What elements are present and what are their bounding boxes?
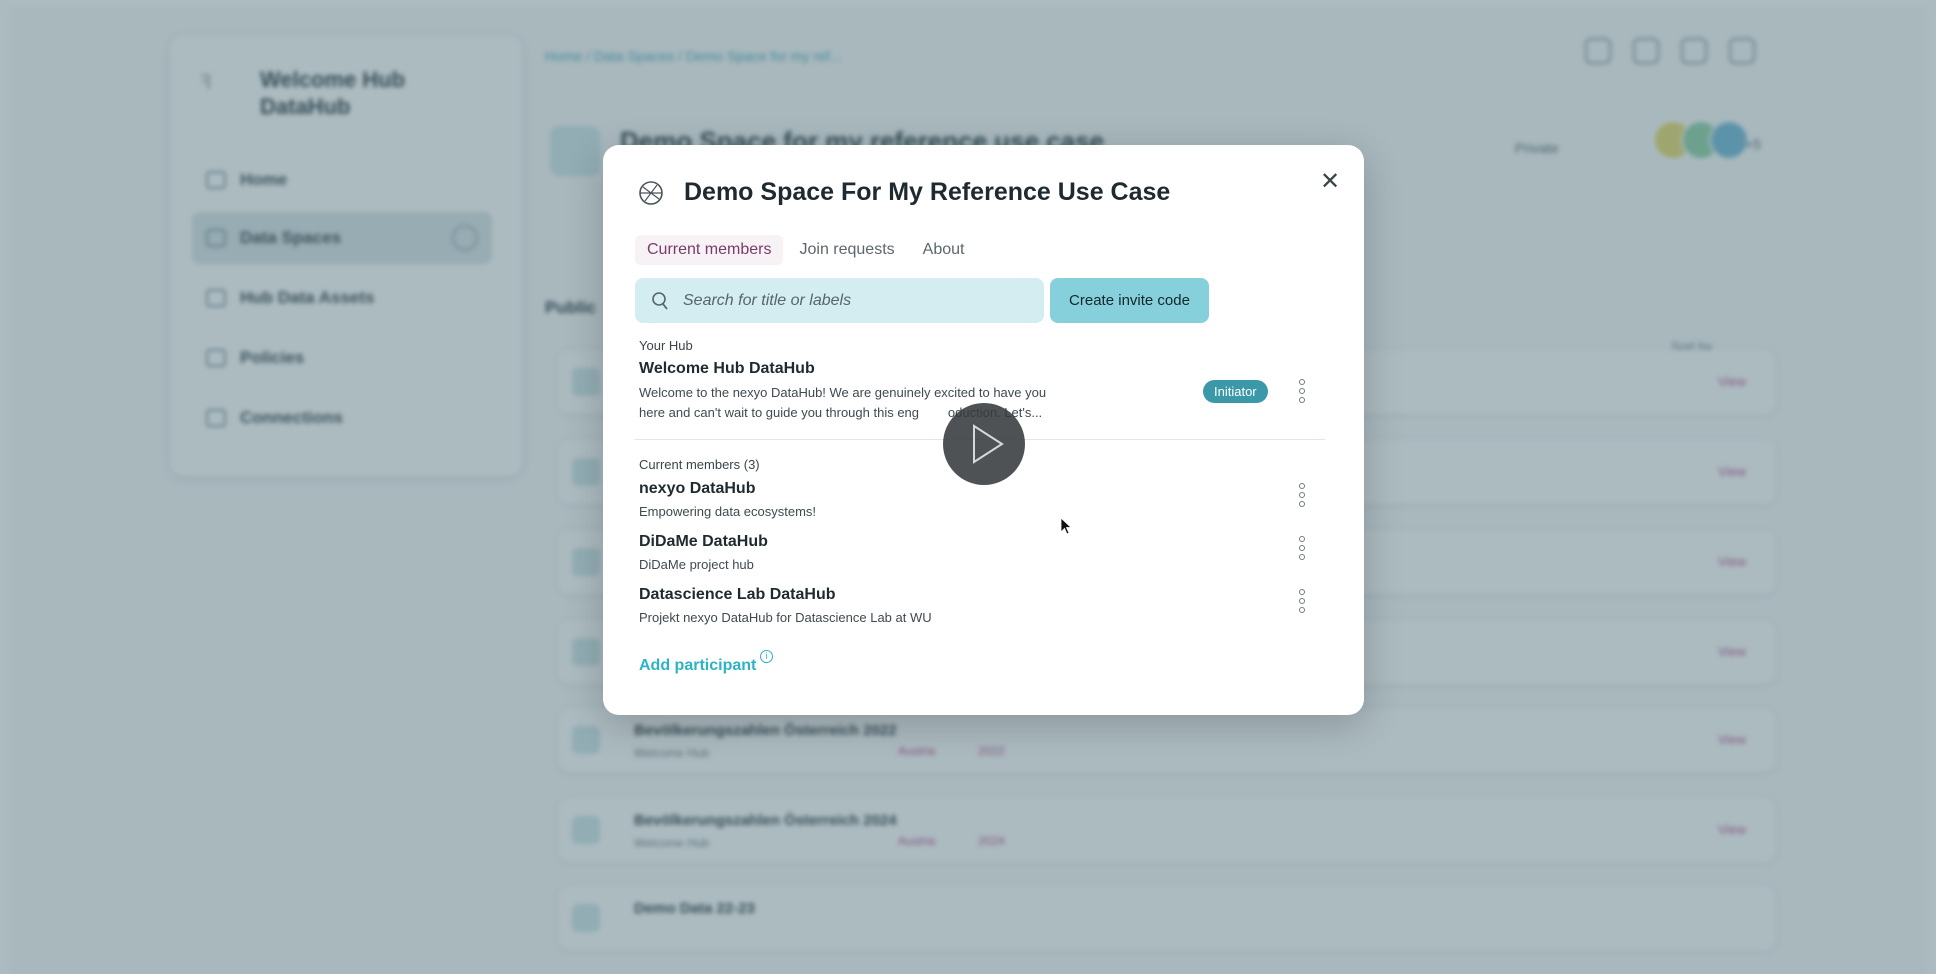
dot — [1299, 589, 1305, 595]
member-more-options[interactable] — [1299, 536, 1309, 560]
member-name: DiDaMe DataHub — [639, 533, 768, 550]
search-bar — [635, 278, 1044, 323]
modal-tabs: Current members Join requests About — [635, 235, 980, 265]
dot — [1299, 397, 1305, 403]
current-members-label: Current members (3) — [639, 457, 760, 472]
close-icon: ✕ — [1319, 168, 1341, 195]
member-more-options[interactable] — [1299, 483, 1309, 507]
tab-join-requests[interactable]: Join requests — [787, 235, 906, 265]
info-icon[interactable]: i — [760, 650, 773, 663]
dot — [1299, 545, 1305, 551]
member-description: Empowering data ecosystems! — [639, 504, 817, 519]
add-participant-link[interactable]: Add participant — [639, 657, 756, 675]
member-name: Datascience Lab DataHub — [639, 586, 836, 603]
mouse-cursor-icon — [1060, 517, 1073, 535]
close-button[interactable]: ✕ — [1315, 167, 1345, 197]
tab-about[interactable]: About — [911, 235, 977, 265]
dot — [1299, 598, 1305, 604]
your-hub-name: Welcome Hub DataHub — [639, 360, 815, 377]
dot — [1299, 379, 1305, 385]
member-more-options[interactable] — [1299, 589, 1309, 613]
initiator-badge: Initiator — [1203, 380, 1268, 403]
member-description: DiDaMe project hub — [639, 557, 754, 572]
your-hub-label: Your Hub — [639, 338, 693, 353]
dot — [1299, 554, 1305, 560]
tab-current-members[interactable]: Current members — [635, 235, 784, 265]
modal-title: Demo Space For My Reference Use Case — [684, 178, 1171, 206]
dot — [1299, 388, 1305, 394]
search-icon — [652, 291, 668, 310]
dot — [1299, 607, 1305, 613]
create-invite-code-button[interactable]: Create invite code — [1050, 278, 1209, 323]
globe-icon — [639, 181, 663, 205]
your-hub-more-options[interactable] — [1299, 379, 1309, 403]
member-name: nexyo DataHub — [639, 480, 756, 497]
play-icon — [973, 424, 1004, 464]
member-description: Projekt nexyo DataHub for Datascience La… — [639, 610, 932, 625]
search-input[interactable] — [683, 291, 1013, 310]
play-button[interactable] — [943, 403, 1025, 485]
dot — [1299, 536, 1305, 542]
dot — [1299, 501, 1305, 507]
dot — [1299, 492, 1305, 498]
description-line: Welcome to the nexyo DataHub! We are gen… — [639, 385, 1047, 400]
dot — [1299, 483, 1305, 489]
